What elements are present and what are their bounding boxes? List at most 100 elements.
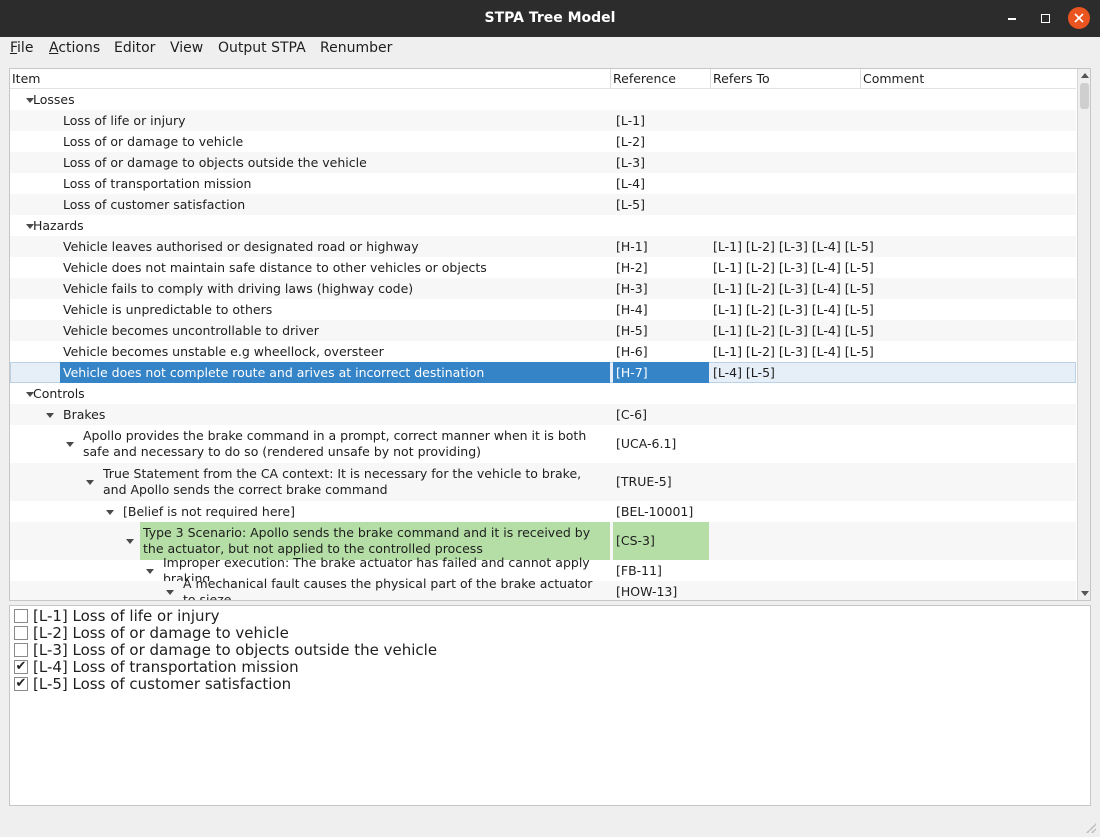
refers-to-cell: [L-4] [L-5] [713, 364, 775, 380]
item-cell: Vehicle becomes unstable e.g wheellock, … [10, 341, 610, 362]
menu-bar: File Actions Editor View Output STPA Ren… [0, 37, 1100, 59]
refers-to-cell [713, 194, 860, 215]
reference-cell [613, 89, 709, 110]
column-header-refers-to[interactable]: Refers To [711, 69, 861, 89]
tree-row[interactable]: Vehicle does not complete route and ariv… [10, 362, 1076, 383]
column-header-comment[interactable]: Comment [861, 69, 1076, 89]
refers-to-cell [713, 152, 860, 173]
refers-to-cell [713, 560, 860, 581]
refers-to-cell [713, 522, 860, 560]
checkbox-checked-icon[interactable]: ✔ [14, 677, 28, 691]
tree-row[interactable]: Vehicle leaves authorised or designated … [10, 236, 1076, 257]
menu-actions[interactable]: Actions [49, 39, 100, 59]
checkbox-icon[interactable] [14, 643, 28, 657]
refers-to-cell: [L-1] [L-2] [L-3] [L-4] [L-5] [713, 301, 874, 317]
refers-to-cell: [L-1] [L-2] [L-3] [L-4] [L-5] [713, 259, 874, 275]
checkbox-checked-icon[interactable]: ✔ [14, 660, 28, 674]
refers-to-cell [713, 89, 860, 110]
expand-arrow-icon[interactable] [66, 442, 74, 447]
item-label: A mechanical fault causes the physical p… [183, 575, 593, 601]
loss-checklist: [L-1] Loss of life or injury [L-2] Loss o… [9, 605, 1091, 806]
vertical-scrollbar[interactable] [1077, 69, 1090, 600]
refers-to-cell [713, 404, 860, 425]
reference-cell: [H-1] [616, 238, 648, 254]
tree-row[interactable]: Loss of life or injury [L-1] [10, 110, 1076, 131]
tree-row[interactable]: Brakes [C-6] [10, 404, 1076, 425]
checkbox-icon[interactable] [14, 626, 28, 640]
item-label: Controls [33, 385, 85, 401]
item-label: Loss of or damage to vehicle [63, 133, 244, 149]
maximize-icon [1040, 13, 1050, 23]
expand-arrow-icon[interactable] [166, 589, 174, 595]
reference-cell: [C-6] [616, 406, 647, 422]
tree-row[interactable]: Loss of or damage to vehicle [L-2] [10, 131, 1076, 152]
item-label: Vehicle fails to comply with driving law… [63, 280, 414, 296]
tree-row[interactable]: Vehicle is unpredictable to others [H-4] [… [10, 299, 1076, 320]
expand-arrow-icon[interactable] [106, 509, 114, 515]
item-cell: Vehicle fails to comply with driving law… [10, 278, 610, 299]
tree-row[interactable]: Controls [10, 383, 1076, 404]
item-cell: Controls [10, 383, 610, 404]
refers-to-cell [713, 463, 860, 501]
item-cell: Losses [10, 89, 610, 110]
column-header-reference[interactable]: Reference [611, 69, 711, 89]
item-label: Apollo provides the brake command in a p… [83, 428, 587, 459]
refers-to-cell [713, 215, 860, 236]
expand-arrow-icon[interactable] [86, 480, 94, 485]
item-cell: A mechanical fault causes the physical p… [10, 575, 610, 601]
tree-row[interactable]: Loss of customer satisfaction [L-5] [10, 194, 1076, 215]
tree-row[interactable]: Vehicle becomes uncontrollable to driver… [10, 320, 1076, 341]
item-label: Vehicle does not maintain safe distance … [63, 259, 487, 275]
refers-to-cell [713, 110, 860, 131]
tree-row[interactable]: Loss of transportation mission [L-4] [10, 173, 1076, 194]
tree-row[interactable]: Apollo provides the brake command in a p… [10, 425, 1076, 463]
menu-file[interactable]: File [10, 39, 33, 59]
item-cell: Vehicle becomes uncontrollable to driver [10, 320, 610, 341]
item-label: Vehicle is unpredictable to others [63, 301, 273, 317]
tree-row[interactable]: Losses [10, 89, 1076, 110]
expand-arrow-icon[interactable] [126, 539, 134, 544]
close-button[interactable] [1068, 7, 1090, 29]
window-title: STPA Tree Model [484, 10, 616, 26]
item-label: Hazards [33, 217, 84, 233]
refers-to-cell [713, 581, 860, 600]
checkbox-icon[interactable] [14, 609, 28, 623]
tree-view[interactable]: Item Reference Refers To Comment Losses L… [9, 68, 1091, 601]
menu-renumber[interactable]: Renumber [320, 39, 392, 59]
scroll-up-icon[interactable] [1081, 73, 1089, 78]
item-label: Losses [33, 91, 75, 107]
menu-output-stpa[interactable]: Output STPA [218, 39, 306, 59]
menu-view[interactable]: View [170, 39, 203, 59]
item-label: [Belief is not required here] [123, 503, 295, 519]
scroll-thumb[interactable] [1080, 83, 1089, 109]
reference-cell: [BEL-10001] [616, 503, 694, 519]
refers-to-cell: [L-1] [L-2] [L-3] [L-4] [L-5] [713, 238, 874, 254]
tree-row[interactable]: True Statement from the CA context: It i… [10, 463, 1076, 501]
checklist-label: [L-5] Loss of customer satisfaction [33, 675, 292, 693]
refers-to-cell [713, 131, 860, 152]
menu-editor[interactable]: Editor [114, 39, 155, 59]
item-label: Loss of life or injury [63, 112, 186, 128]
maximize-button[interactable] [1034, 7, 1056, 29]
minimize-button[interactable] [1001, 7, 1023, 29]
reference-cell: [HOW-13] [616, 583, 678, 599]
reference-cell: [H-7] [613, 362, 709, 383]
item-cell: [Belief is not required here] [10, 501, 610, 522]
item-label: Vehicle does not complete route and ariv… [60, 362, 610, 383]
tree-row[interactable]: A mechanical fault causes the physical p… [10, 575, 1076, 601]
tree-row[interactable]: [Belief is not required here] [BEL-10001] [10, 501, 1076, 522]
tree-row[interactable]: Hazards [10, 215, 1076, 236]
scroll-down-icon[interactable] [1081, 591, 1089, 596]
resize-grip-icon[interactable] [1086, 823, 1096, 833]
tree-row[interactable]: Loss of or damage to objects outside the… [10, 152, 1076, 173]
tree-row[interactable]: Vehicle fails to comply with driving law… [10, 278, 1076, 299]
tree-row[interactable]: Vehicle does not maintain safe distance … [10, 257, 1076, 278]
expand-arrow-icon[interactable] [146, 568, 154, 574]
expand-arrow-icon[interactable] [46, 412, 54, 418]
tree-row[interactable]: Vehicle becomes unstable e.g wheellock, … [10, 341, 1076, 362]
refers-to-cell [713, 383, 860, 404]
column-header-item[interactable]: Item [10, 69, 611, 89]
tree-rows: Losses Loss of life or injury [L-1] Loss of… [10, 89, 1076, 600]
checklist-label: [L-1] Loss of life or injury [33, 607, 220, 625]
refers-to-cell [713, 501, 860, 522]
